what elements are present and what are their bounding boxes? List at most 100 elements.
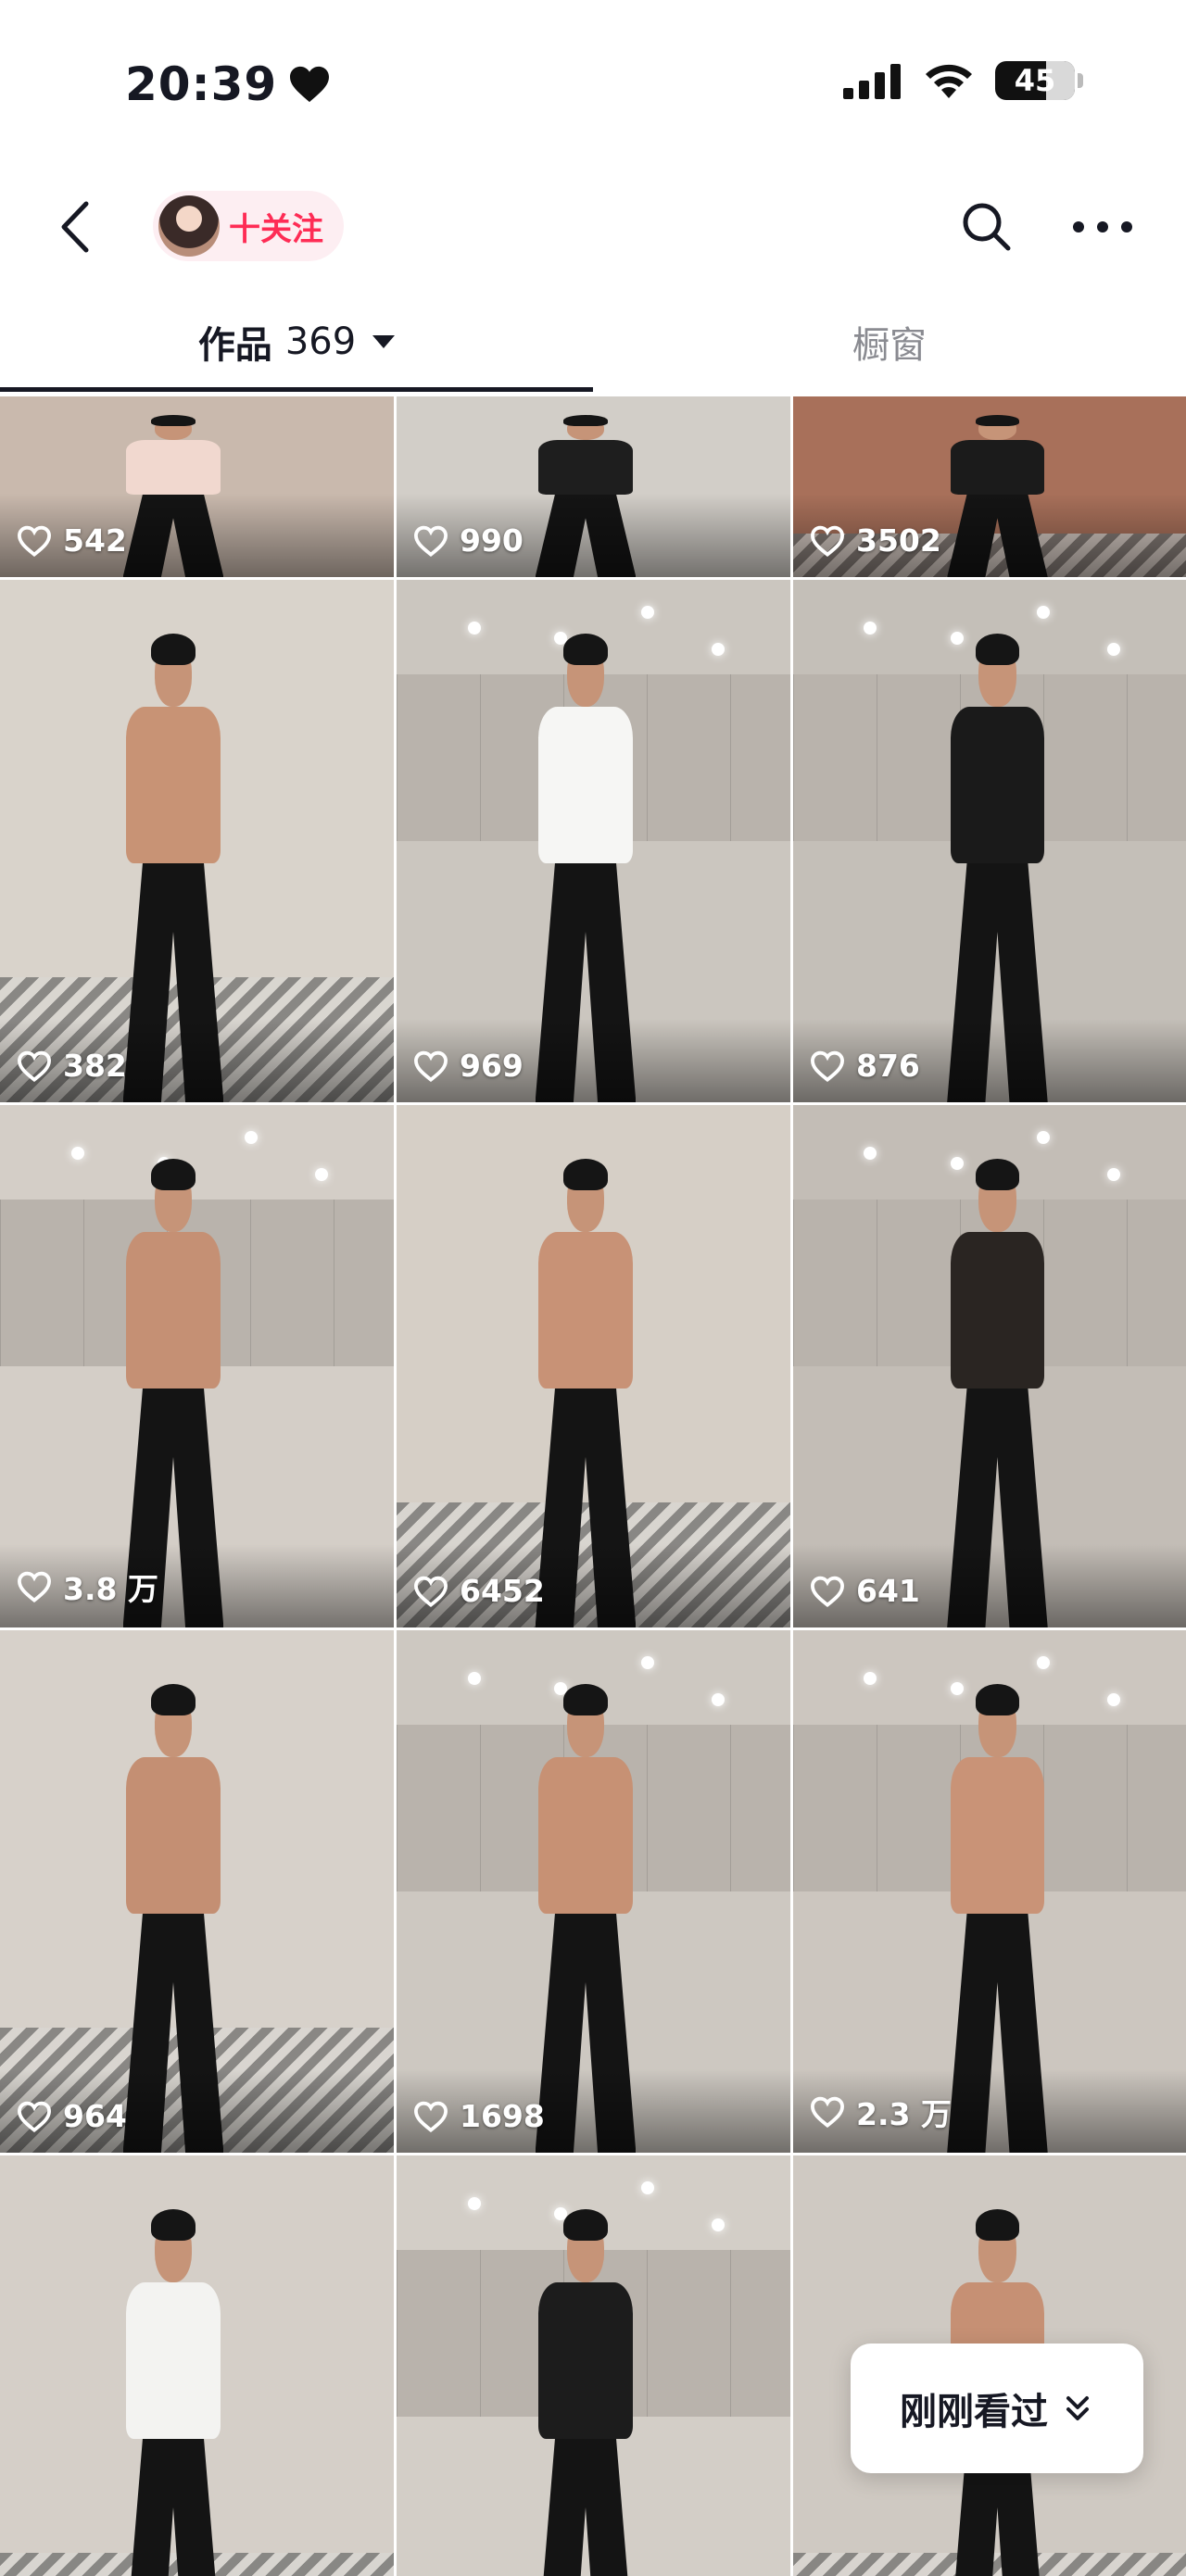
like-count-value: 542	[63, 522, 127, 559]
heart-icon	[290, 66, 330, 103]
like-heart-icon	[18, 2101, 51, 2132]
like-heart-icon	[414, 1050, 448, 1082]
back-icon	[61, 201, 89, 253]
ceiling-light	[244, 1131, 258, 1145]
tab-works-label: 作品	[197, 324, 272, 367]
status-indicators: 45	[843, 61, 1083, 100]
video-thumbnail[interactable]: 382	[0, 580, 394, 1102]
like-heart-icon	[811, 1050, 844, 1082]
follow-button[interactable]: 十关注	[229, 204, 323, 249]
ceiling-light	[640, 1656, 654, 1670]
caret-down-icon[interactable]	[372, 335, 396, 348]
video-thumbnail[interactable]	[0, 2155, 394, 2576]
like-count-value: 2.3 万	[856, 2096, 952, 2132]
wifi-icon	[926, 64, 972, 98]
tab-works[interactable]: 作品 369	[0, 287, 593, 396]
ceiling-light	[864, 1672, 877, 1686]
like-count: 969	[413, 1048, 524, 1084]
ceiling-light	[712, 1692, 725, 1706]
like-count: 876	[810, 1048, 920, 1084]
like-count: 542	[17, 522, 127, 559]
back-button[interactable]	[46, 196, 102, 258]
video-thumbnail[interactable]: 542	[0, 396, 394, 577]
like-count-value: 382	[63, 1048, 127, 1084]
like-count: 382	[17, 1048, 127, 1084]
like-heart-icon	[414, 1576, 448, 1607]
video-thumbnail[interactable]: 6452	[397, 1105, 790, 1627]
like-heart-icon	[414, 2101, 448, 2132]
ceiling-light	[712, 2218, 725, 2231]
video-thumbnail[interactable]: 641	[793, 1105, 1186, 1627]
like-count: 3502	[810, 522, 941, 559]
like-count: 1698	[413, 2098, 545, 2134]
active-tab-indicator	[0, 387, 593, 392]
video-thumbnail[interactable]: 2.3 万	[793, 1630, 1186, 2153]
video-thumbnail[interactable]: 3502	[793, 396, 1186, 577]
recently-viewed-label: 刚刚看过	[900, 2391, 1048, 2433]
like-heart-icon	[18, 1571, 51, 1603]
video-thumbnail[interactable]: 964	[0, 1630, 394, 2153]
like-count-value: 3502	[856, 522, 941, 559]
ceiling-light	[467, 1672, 481, 1686]
ceiling-light	[315, 1167, 328, 1181]
video-scene	[397, 2155, 790, 2576]
ceiling-light	[1036, 1656, 1050, 1670]
like-count: 2.3 万	[810, 2090, 952, 2134]
ceiling-light	[467, 622, 481, 635]
search-icon	[963, 203, 1011, 251]
like-count: 641	[810, 1573, 920, 1609]
ceiling-light	[1107, 1692, 1121, 1706]
ceiling-light	[1107, 642, 1121, 656]
tab-showcase-label: 橱窗	[852, 324, 927, 367]
status-bar: 20:39 45	[0, 0, 1186, 176]
clock: 20:39	[125, 57, 278, 111]
video-scene	[0, 2155, 394, 2576]
like-count-value: 641	[856, 1573, 920, 1609]
more-icon	[1073, 221, 1084, 232]
ceiling-light	[640, 2181, 654, 2195]
video-thumbnail[interactable]: 3.8 万	[0, 1105, 394, 1627]
ceiling-light	[864, 622, 877, 635]
like-count-value: 3.8 万	[63, 1571, 158, 1607]
video-grid: 542 990 3502 382 969 876 3.8 万 6452 641 964 1698 2.…	[0, 396, 1186, 2576]
like-count-value: 1698	[460, 2098, 545, 2134]
ceiling-light	[1036, 606, 1050, 620]
profile-tabs: 作品 369 橱窗	[0, 287, 1186, 396]
video-thumbnail[interactable]: 1698	[397, 1630, 790, 2153]
like-count-value: 876	[856, 1048, 920, 1084]
profile-follow-pill[interactable]: 十关注	[153, 191, 344, 261]
video-thumbnail[interactable]: 990	[397, 396, 790, 577]
like-count-value: 990	[460, 522, 524, 559]
like-count: 964	[17, 2098, 127, 2134]
avatar[interactable]	[158, 195, 220, 257]
like-heart-icon	[18, 525, 51, 557]
like-count-value: 969	[460, 1048, 524, 1084]
tab-works-count: 369	[284, 320, 357, 363]
like-heart-icon	[811, 1576, 844, 1607]
nav-bar: 十关注	[0, 176, 1186, 278]
ceiling-light	[712, 642, 725, 656]
battery-icon: 45	[995, 61, 1083, 100]
dancer-figure	[95, 2208, 252, 2576]
dancer-figure	[507, 2208, 664, 2576]
battery-level: 45	[1014, 63, 1056, 98]
more-button[interactable]	[1073, 200, 1132, 254]
signal-icon	[843, 64, 901, 99]
video-thumbnail[interactable]: 876	[793, 580, 1186, 1102]
like-count-value: 6452	[460, 1573, 545, 1609]
like-count: 6452	[413, 1573, 545, 1609]
like-count: 990	[413, 522, 524, 559]
ceiling-light	[70, 1147, 84, 1161]
ceiling-light	[864, 1147, 877, 1161]
recently-viewed-button[interactable]: 刚刚看过	[851, 2344, 1143, 2473]
video-thumbnail[interactable]	[397, 2155, 790, 2576]
like-heart-icon	[811, 525, 844, 557]
ceiling-light	[640, 606, 654, 620]
tab-showcase[interactable]: 橱窗	[593, 287, 1186, 396]
search-button[interactable]	[960, 200, 1014, 254]
like-count-value: 964	[63, 2098, 127, 2134]
ceiling-light	[467, 2197, 481, 2211]
video-thumbnail[interactable]: 969	[397, 580, 790, 1102]
like-heart-icon	[811, 2096, 844, 2129]
status-time: 20:39	[125, 57, 331, 111]
